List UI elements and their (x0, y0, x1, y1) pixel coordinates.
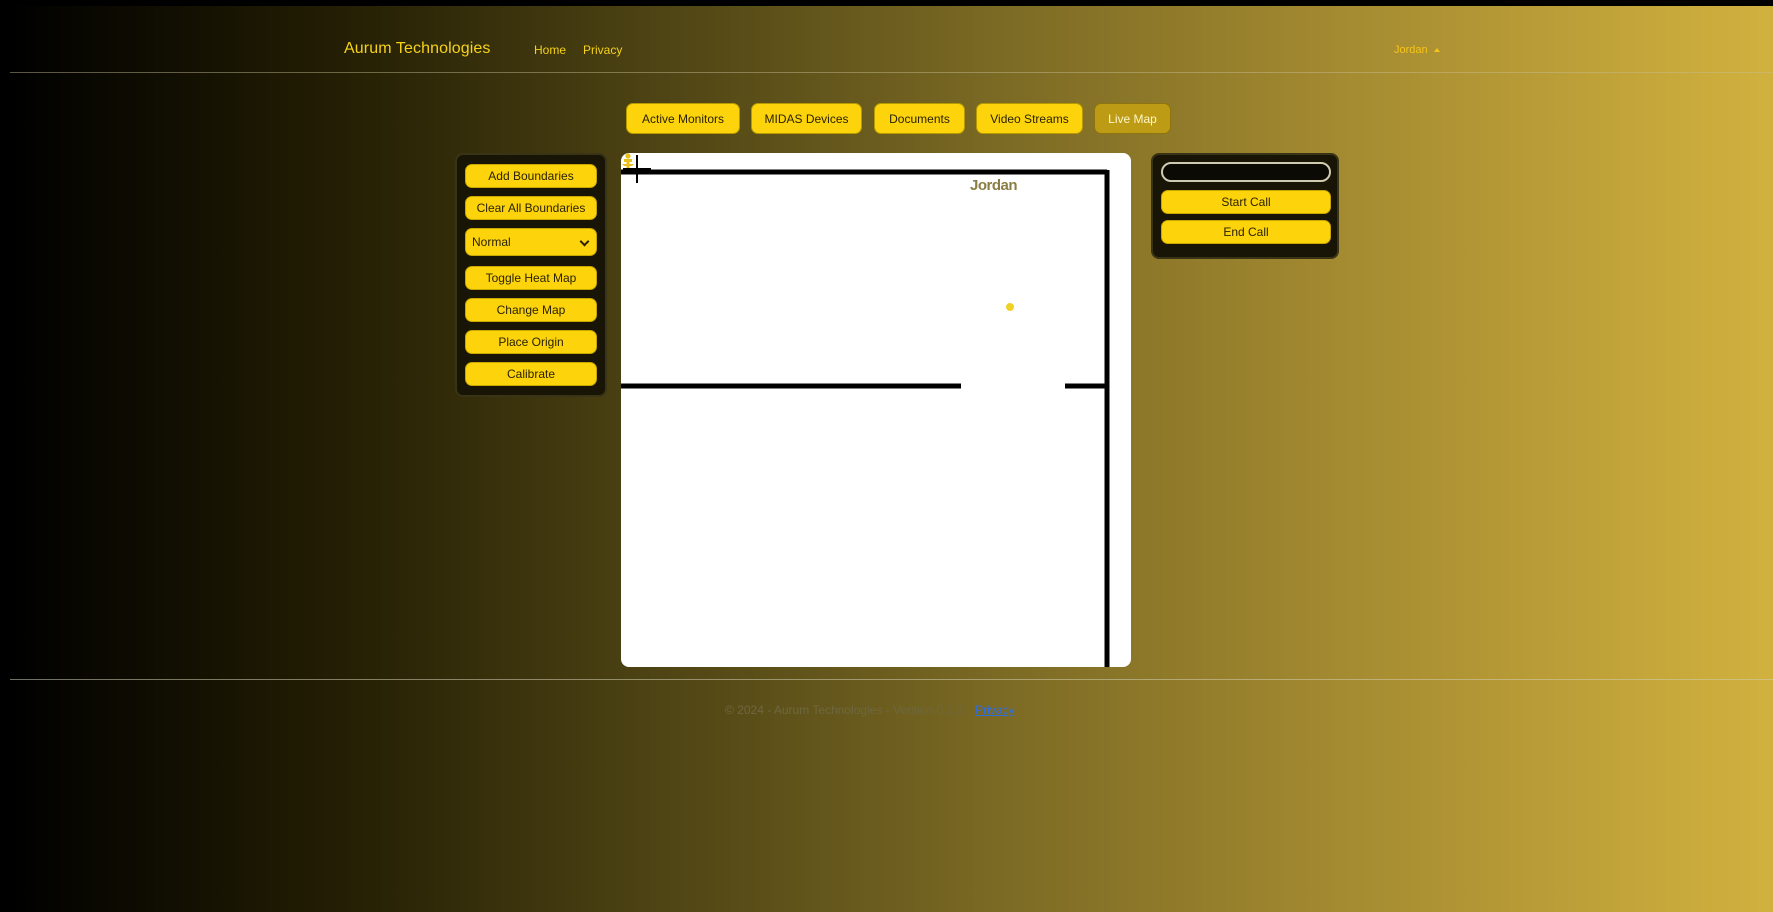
marker-label: Jordan (970, 177, 1018, 194)
footer: © 2024 - Aurum Technologies - Version 0.… (725, 703, 1014, 717)
navbar: Aurum Technologies Home Privacy Jordan (10, 6, 1773, 73)
tab-active-monitors[interactable]: Active Monitors (626, 103, 740, 134)
add-boundaries-button[interactable]: Add Boundaries (465, 164, 597, 188)
start-call-button[interactable]: Start Call (1161, 190, 1331, 214)
chevron-down-icon (579, 236, 590, 247)
tab-midas-devices[interactable]: MIDAS Devices (751, 103, 862, 134)
tab-video-streams[interactable]: Video Streams (976, 103, 1083, 134)
footer-privacy-link[interactable]: Privacy (975, 703, 1014, 717)
call-target-input[interactable] (1161, 162, 1331, 182)
footer-divider (10, 679, 1773, 680)
nav-privacy-link[interactable]: Privacy (583, 43, 622, 57)
toggle-heat-map-button[interactable]: Toggle Heat Map (465, 266, 597, 290)
map-tools-panel: Add Boundaries Clear All Boundaries Norm… (455, 153, 607, 397)
map-mode-select[interactable]: Normal (465, 228, 597, 256)
end-call-button[interactable]: End Call (1161, 220, 1331, 244)
place-origin-button[interactable]: Place Origin (465, 330, 597, 354)
page-background: Aurum Technologies Home Privacy Jordan A… (10, 6, 1773, 912)
floor-plan-walls (621, 169, 1110, 667)
brand-link[interactable]: Aurum Technologies (344, 40, 490, 58)
calibrate-button[interactable]: Calibrate (465, 362, 597, 386)
nav-home-link[interactable]: Home (534, 43, 566, 57)
change-map-button[interactable]: Change Map (465, 298, 597, 322)
clear-all-boundaries-button[interactable]: Clear All Boundaries (465, 196, 597, 220)
map-mode-value: Normal (472, 235, 511, 249)
crosshair-icon (623, 155, 651, 183)
live-map-canvas[interactable]: Jordan (621, 153, 1131, 667)
footer-copyright: © 2024 - Aurum Technologies - Version 0.… (725, 703, 964, 717)
user-menu-dropdown[interactable]: Jordan (1394, 44, 1440, 56)
tab-documents[interactable]: Documents (874, 103, 965, 134)
tab-live-map[interactable]: Live Map (1094, 103, 1171, 134)
caret-up-icon (1433, 48, 1440, 52)
device-dot[interactable] (1006, 303, 1014, 311)
call-panel: Start Call End Call (1151, 153, 1339, 259)
user-name: Jordan (1394, 44, 1428, 56)
